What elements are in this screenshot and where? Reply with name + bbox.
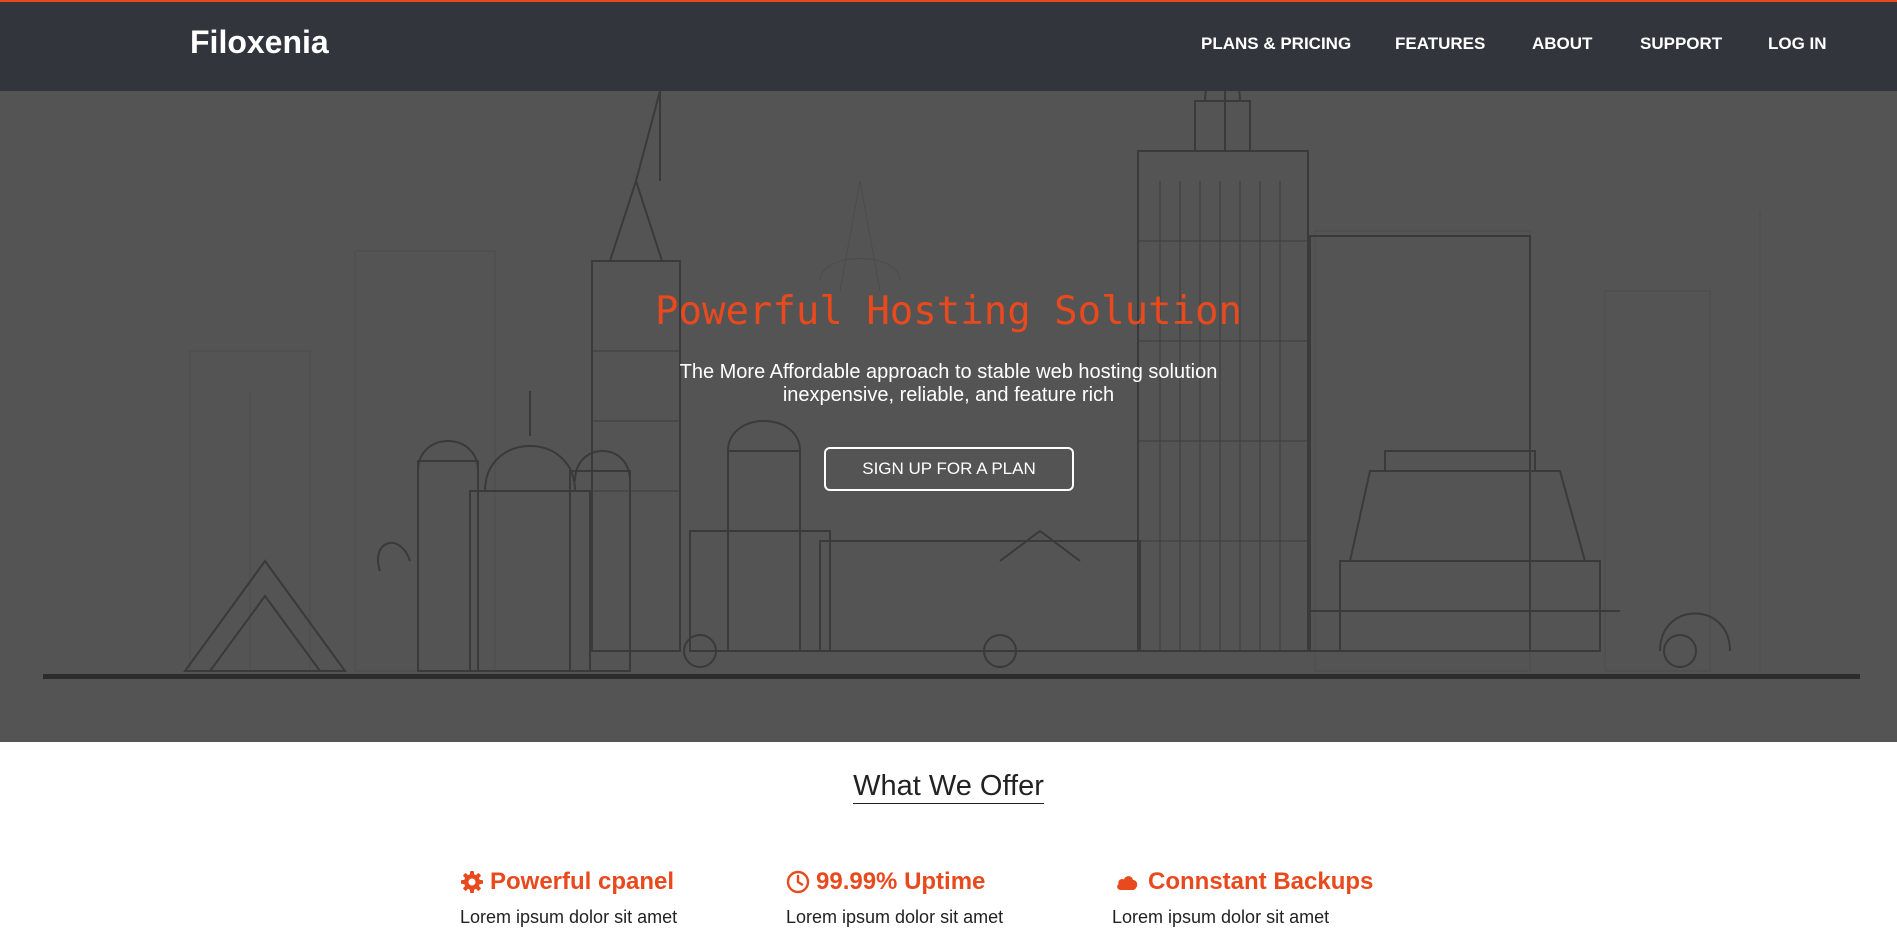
feature-description: Lorem ipsum dolor sit amet (460, 907, 678, 927)
nav-plans-pricing[interactable]: PLANS & PRICING (1201, 33, 1351, 55)
hero-subtitle-line-2: inexpensive, reliable, and feature rich (782, 384, 1115, 406)
brand-logo[interactable]: Filoxenia (190, 22, 329, 62)
nav-support[interactable]: SUPPORT (1640, 33, 1722, 55)
hero-subtitle: The More Affordable approach to stable w… (0, 361, 1897, 407)
feature-title: 99.99% Uptime (816, 868, 986, 895)
gear-icon (461, 871, 483, 893)
nav-features[interactable]: FEATURES (1395, 33, 1485, 55)
cloud-icon (1117, 876, 1138, 890)
city-skyline-illustration (43, 91, 1860, 679)
nav-log-in[interactable]: LOG IN (1768, 33, 1827, 55)
feature-description: Lorem ipsum dolor sit amet (1112, 907, 1330, 927)
feature-title-row: Powerful cpanel (460, 866, 760, 898)
feature-title: Powerful cpanel (490, 868, 675, 895)
what-we-offer-heading: What We Offer (853, 770, 1044, 804)
hero-subtitle-line-1: The More Affordable approach to stable w… (679, 361, 1218, 383)
section-heading: What We Offer (0, 768, 1897, 804)
feature-cpanel: Powerful cpanel Lorem ipsum dolor sit am… (460, 866, 760, 928)
hero-title: Powerful Hosting Solution (655, 289, 1242, 334)
feature-title: Connstant Backups (1148, 868, 1374, 895)
feature-title-row: Connstant Backups (1112, 866, 1412, 898)
feature-backups: Connstant Backups Lorem ipsum dolor sit … (1112, 866, 1412, 928)
clock-icon (786, 870, 810, 894)
feature-uptime: 99.99% Uptime Lorem ipsum dolor sit amet (786, 866, 1086, 928)
feature-title-row: 99.99% Uptime (786, 866, 1086, 898)
sign-up-button[interactable]: SIGN UP FOR A PLAN (824, 447, 1074, 491)
nav-about[interactable]: ABOUT (1532, 33, 1592, 55)
hero-section: Powerful Hosting Solution The More Affor… (0, 91, 1897, 742)
top-navbar: Filoxenia PLANS & PRICING FEATURES ABOUT… (0, 0, 1897, 91)
feature-description: Lorem ipsum dolor sit amet (786, 907, 1004, 927)
